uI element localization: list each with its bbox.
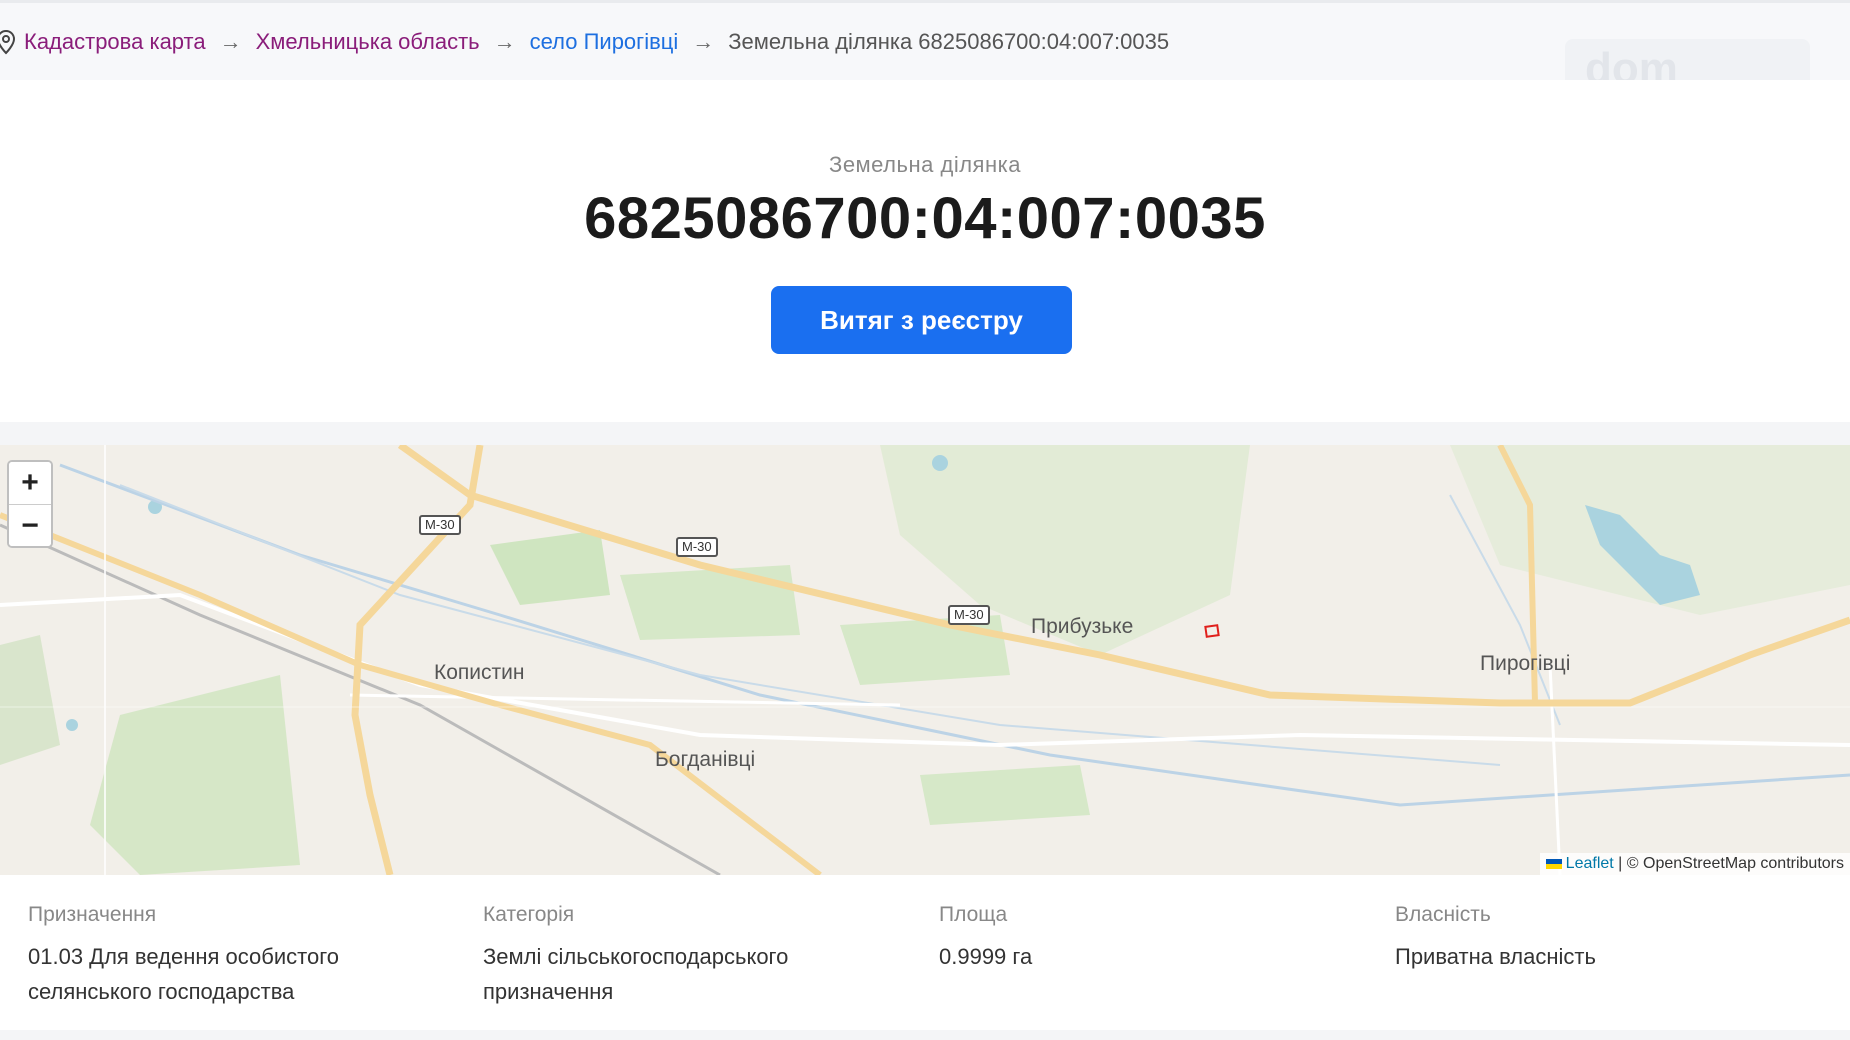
map-attribution: Leaflet | © OpenStreetMap contributors <box>1539 853 1850 875</box>
breadcrumb-current: Земельна ділянка 6825086700:04:007:0035 <box>728 28 1170 54</box>
parcel-details: Призначення 01.03 Для ведення особистого… <box>0 875 1850 1030</box>
detail-value: Землі сільськогосподарського призначення <box>483 944 789 1004</box>
breadcrumb-separator: → <box>219 28 242 54</box>
detail-value: 01.03 Для ведення особистого селянського… <box>28 944 339 1004</box>
detail-label: Призначення <box>28 903 157 926</box>
detail-value: 0.9999 га <box>939 944 1033 969</box>
detail-value: Приватна власність <box>1395 944 1596 969</box>
road-shield: М-30 <box>419 515 461 535</box>
site-logo-watermark: dom <box>1565 39 1810 83</box>
zoom-in-button[interactable]: + <box>9 462 51 504</box>
detail-label: Площа <box>939 903 1008 926</box>
breadcrumb-link-cadastral-map[interactable]: Кадастрова карта <box>24 29 206 55</box>
map-place-label: Прибузьке <box>1031 615 1134 638</box>
cadastral-map[interactable]: М-30 М-30 М-30 Прибузьке Пирогівці Копис… <box>0 445 1850 875</box>
detail-category: Категорія Землі сільськогосподарського п… <box>483 903 883 1009</box>
parcel-header: Земельна ділянка 6825086700:04:007:0035 … <box>0 80 1850 422</box>
detail-ownership: Власність Приватна власність <box>1395 903 1795 974</box>
map-place-label: Богданівці <box>655 748 756 771</box>
detail-purpose: Призначення 01.03 Для ведення особистого… <box>28 903 428 1009</box>
leaflet-link[interactable]: Leaflet <box>1566 855 1614 872</box>
breadcrumb: Кадастрова карта → Хмельницька область →… <box>0 0 1850 83</box>
road-shield: М-30 <box>948 605 990 625</box>
map-zoom-control: + − <box>7 460 53 548</box>
road-shield: М-30 <box>676 537 718 557</box>
map-pin-icon <box>0 29 16 54</box>
detail-area: Площа 0.9999 га <box>939 903 1339 974</box>
page-title: 6825086700:04:007:0035 <box>584 186 1266 251</box>
parcel-outline[interactable] <box>1204 624 1220 638</box>
ukraine-flag-icon <box>1545 858 1562 869</box>
detail-label: Категорія <box>483 903 575 926</box>
map-place-label: Копистин <box>434 661 525 684</box>
breadcrumb-separator: → <box>692 28 715 54</box>
map-place-label: Пирогівці <box>1480 652 1571 675</box>
registry-extract-button[interactable]: Витяг з реєстру <box>771 286 1072 354</box>
detail-label: Власність <box>1395 903 1491 926</box>
map-tiles <box>0 445 1850 875</box>
parcel-kind: Земельна ділянка <box>829 152 1021 177</box>
attribution-text: | © OpenStreetMap contributors <box>1618 855 1844 872</box>
breadcrumb-link-village[interactable]: село Пирогівці <box>530 29 679 55</box>
breadcrumb-link-region[interactable]: Хмельницька область <box>256 29 480 55</box>
zoom-out-button[interactable]: − <box>9 504 51 546</box>
breadcrumb-separator: → <box>493 28 516 54</box>
